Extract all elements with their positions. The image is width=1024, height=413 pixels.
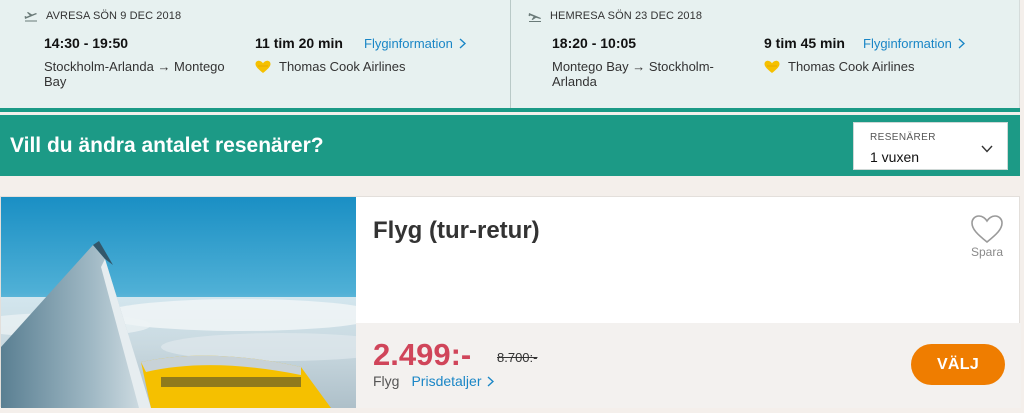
outbound-duration: 11 tim 20 min — [255, 35, 343, 51]
chevron-right-icon — [459, 38, 466, 49]
price: 2.499:- — [373, 337, 472, 372]
save-label: Spara — [970, 245, 1004, 259]
old-price: 8.700:- — [497, 350, 538, 365]
outbound-flight-info-link[interactable]: Flyginformation — [364, 36, 466, 51]
price-details-link[interactable]: Prisdetaljer — [411, 373, 495, 389]
result-card: Flyg (tur-retur) Spara 2.499:- 8.700:- F… — [0, 196, 1021, 408]
chevron-right-icon — [958, 38, 965, 49]
travellers-title: Vill du ändra antalet resenärer? — [10, 134, 324, 157]
outbound-time: 14:30 - 19:50 — [44, 35, 129, 51]
return-header: HEMRESA SÖN 23 DEC 2018 — [528, 10, 702, 22]
travellers-select[interactable]: RESENÄRER 1 vuxen — [853, 122, 1008, 170]
product-type: Flyg — [373, 373, 400, 389]
divider — [0, 108, 1020, 112]
return-date: HEMRESA SÖN 23 DEC 2018 — [550, 10, 703, 22]
return-flight-info-link[interactable]: Flyginformation — [863, 36, 965, 51]
return-leg: HEMRESA SÖN 23 DEC 2018 18:20 - 10:05 Mo… — [510, 0, 1010, 108]
flight-summary: AVRESA SÖN 9 DEC 2018 14:30 - 19:50 Stoc… — [0, 0, 1020, 108]
travellers-banner: Vill du ändra antalet resenärer? RESENÄR… — [0, 115, 1020, 176]
select-button[interactable]: VÄLJ — [911, 344, 1005, 385]
chevron-right-icon — [488, 375, 495, 387]
return-route: Montego Bay → Stockholm-Arlanda — [552, 59, 714, 89]
outbound-route: Stockholm-Arlanda → Montego Bay — [44, 59, 225, 89]
chevron-down-icon — [981, 145, 993, 153]
flight-info-label: Flyginformation — [364, 36, 453, 51]
price-meta: Flyg Prisdetaljer — [373, 373, 495, 389]
outbound-airline: Thomas Cook Airlines — [255, 59, 405, 74]
heart-icon — [971, 215, 1003, 244]
plane-landing-icon — [528, 13, 541, 22]
plane-takeoff-icon — [24, 12, 37, 22]
save-button[interactable]: Spara — [966, 214, 1008, 259]
outbound-date: AVRESA SÖN 9 DEC 2018 — [46, 10, 182, 22]
card-title: Flyg (tur-retur) — [373, 217, 540, 244]
return-airline: Thomas Cook Airlines — [764, 59, 914, 74]
airline-logo-icon — [764, 60, 780, 73]
airline-logo-icon — [255, 60, 271, 73]
flight-photo — [1, 197, 356, 408]
outbound-leg: AVRESA SÖN 9 DEC 2018 14:30 - 19:50 Stoc… — [20, 0, 508, 108]
airline-name: Thomas Cook Airlines — [788, 59, 915, 74]
flight-info-label: Flyginformation — [863, 36, 952, 51]
price-bar: 2.499:- 8.700:- Flyg Prisdetaljer VÄLJ — [356, 323, 1021, 408]
return-duration: 9 tim 45 min — [764, 35, 845, 51]
airline-name: Thomas Cook Airlines — [279, 59, 406, 74]
select-label: RESENÄRER — [870, 132, 936, 143]
return-time: 18:20 - 10:05 — [552, 35, 637, 51]
price-details-label: Prisdetaljer — [411, 373, 482, 389]
airplane-wing-image — [1, 197, 356, 408]
outbound-header: AVRESA SÖN 9 DEC 2018 — [24, 10, 181, 22]
select-value: 1 vuxen — [870, 149, 920, 165]
